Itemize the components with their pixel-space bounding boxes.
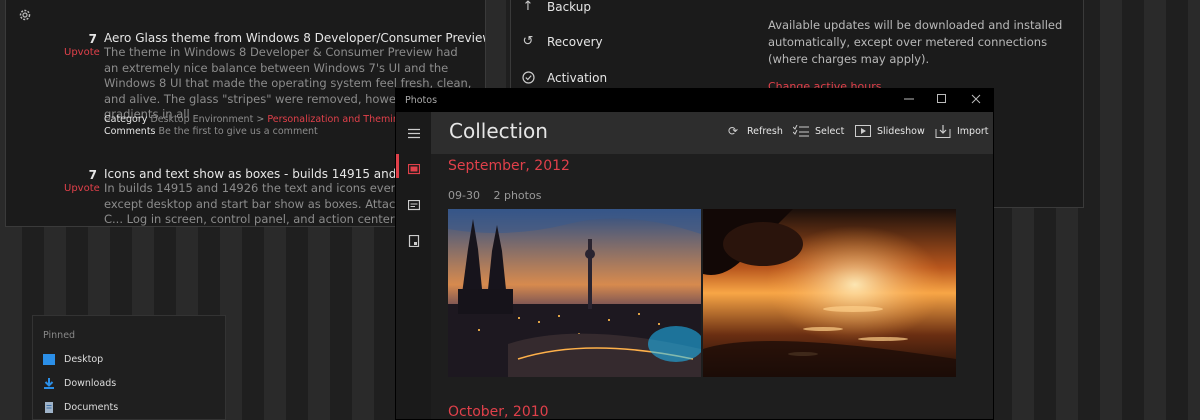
pinned-panel: Pinned Desktop Downloads Documents [32, 315, 226, 420]
select-label: Select [815, 126, 845, 137]
collection-icon [407, 160, 421, 175]
maximize-button[interactable] [926, 91, 958, 110]
upvote-button[interactable]: Upvote [64, 183, 100, 194]
refresh-label: Refresh [747, 126, 783, 137]
nav-albums[interactable] [396, 190, 431, 214]
hamburger-menu-button[interactable] [396, 118, 431, 142]
settings-nav-backup[interactable]: ↑ Backup [521, 0, 591, 14]
pinned-item-label: Desktop [64, 354, 104, 365]
up-arrow-icon: ↑ [522, 0, 534, 14]
pinned-item-desktop[interactable]: Desktop [43, 354, 103, 365]
hamburger-icon [408, 124, 420, 139]
month-heading: October, 2010 [448, 404, 549, 420]
settings-nav-label: Activation [547, 71, 608, 85]
pinned-item-label: Downloads [64, 378, 117, 389]
settings-nav-label: Recovery [547, 35, 603, 49]
update-description: Available updates will be downloaded and… [768, 18, 1063, 66]
photos-header: Collection ⟳ Refresh Select Slideshow Im… [431, 112, 993, 154]
comments-text[interactable]: Be the first to give us a comment [159, 126, 318, 137]
close-button[interactable] [960, 91, 992, 110]
slideshow-button[interactable]: Slideshow [855, 125, 925, 138]
history-icon: ↺ [522, 34, 534, 49]
refresh-icon: ⟳ [727, 124, 739, 138]
photos-sidebar [396, 112, 431, 419]
feedback-title[interactable]: Icons and text show as boxes - builds 14… [104, 167, 438, 181]
refresh-button[interactable]: ⟳ Refresh [725, 125, 783, 138]
feedback-comments: Comments Be the first to give us a comme… [104, 126, 318, 138]
settings-nav-recovery[interactable]: ↺ Recovery [521, 34, 603, 50]
category-path[interactable]: Desktop Environment [150, 114, 253, 125]
collection-view: September, 2012 09-30 2 photos October, … [431, 154, 993, 420]
pinned-item-label: Documents [64, 402, 119, 413]
check-circle-icon [521, 71, 535, 85]
pinned-header: Pinned [43, 330, 76, 341]
settings-nav-activation[interactable]: Activation [521, 71, 607, 85]
pinned-item-documents[interactable]: Documents [43, 402, 118, 413]
import-icon [935, 125, 951, 138]
feedback-title[interactable]: Aero Glass theme from Windows 8 Develope… [104, 31, 485, 45]
slideshow-icon [855, 125, 871, 138]
select-button[interactable]: Select [792, 124, 845, 138]
photo-count: 2 photos [493, 189, 542, 202]
category-leaf[interactable]: Personalization and Theming [267, 114, 405, 125]
day-group-header: 09-30 2 photos [448, 189, 551, 202]
pinned-item-downloads[interactable]: Downloads [43, 378, 116, 389]
import-button[interactable]: Import [935, 125, 989, 138]
album-icon [407, 196, 421, 211]
title-bar: Photos [396, 89, 993, 112]
desktop-icon [43, 354, 55, 365]
upvote-button[interactable]: Upvote [64, 47, 100, 58]
document-icon [43, 402, 55, 413]
feedback-category: Category Desktop Environment > Personali… [104, 114, 405, 126]
photo-thumbnail-cathedral[interactable] [448, 209, 701, 377]
folder-icon [408, 232, 420, 248]
settings-nav-label: Backup [547, 0, 591, 14]
nav-folders[interactable] [396, 226, 431, 250]
photos-window: Photos Collection ⟳ Refresh Select Slide… [395, 88, 994, 420]
download-icon [43, 378, 55, 389]
page-title: Collection [449, 119, 548, 143]
photo-thumbnail-sunset[interactable] [703, 209, 956, 377]
gear-icon[interactable] [18, 8, 32, 22]
comments-label: Comments [104, 126, 156, 137]
day-date: 09-30 [448, 189, 480, 202]
category-label: Category [104, 114, 148, 125]
select-list-icon [792, 124, 809, 138]
month-heading: September, 2012 [448, 158, 570, 174]
slideshow-label: Slideshow [877, 126, 925, 137]
window-title: Photos [405, 95, 438, 106]
vote-count: 7 [88, 168, 97, 182]
nav-collection[interactable] [396, 154, 431, 178]
minimize-button[interactable] [893, 91, 925, 110]
import-label: Import [957, 126, 989, 137]
category-sep: > [256, 114, 265, 125]
vote-count: 7 [88, 32, 97, 46]
